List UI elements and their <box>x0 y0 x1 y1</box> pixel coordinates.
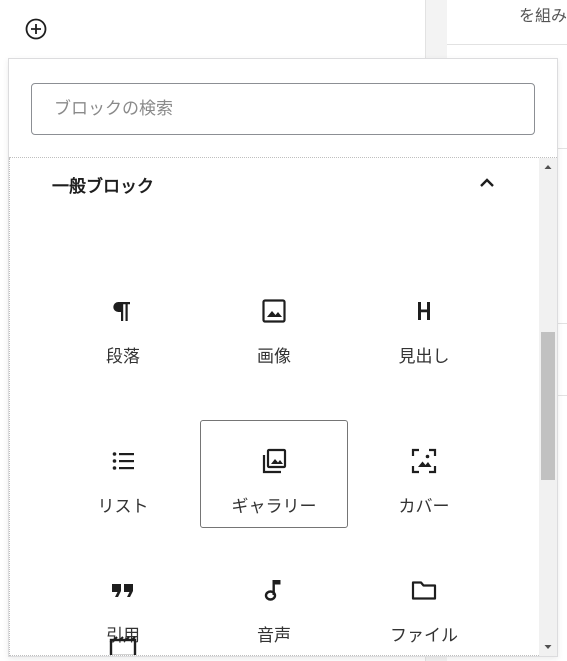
block-label: 段落 <box>106 347 140 367</box>
scroll-up-arrow[interactable] <box>539 158 557 176</box>
block-label: カバー <box>398 497 450 517</box>
block-heading[interactable]: 見出し <box>350 270 498 378</box>
scroll-down-arrow[interactable] <box>539 638 557 656</box>
cover-icon <box>411 448 437 474</box>
scroll-thumb[interactable] <box>541 332 555 480</box>
block-search-input[interactable] <box>31 83 535 135</box>
audio-icon <box>264 580 281 601</box>
heading-icon <box>418 302 430 320</box>
block-image[interactable]: 画像 <box>200 270 348 378</box>
plus-circle-icon <box>25 18 47 40</box>
block-list-panel: 一般ブロック 段落 画像 見出し リスト ギャラリー カバー 引用 音声 ファイ… <box>9 158 539 656</box>
quote-icon <box>112 584 133 597</box>
search-area <box>9 59 557 158</box>
block-audio[interactable]: 音声 <box>200 549 348 655</box>
image-icon <box>262 299 286 323</box>
caret-down-icon <box>544 645 552 649</box>
block-paragraph[interactable]: 段落 <box>49 270 197 378</box>
file-folder-icon <box>411 581 437 600</box>
add-block-button[interactable] <box>24 17 48 41</box>
caret-up-icon <box>544 165 552 169</box>
gallery-icon <box>262 448 287 474</box>
block-label: リスト <box>97 497 149 517</box>
collapse-category-button[interactable] <box>474 170 500 196</box>
block-label: 見出し <box>398 347 450 367</box>
block-file[interactable]: ファイル <box>350 549 498 655</box>
block-label: ファイル <box>390 626 458 646</box>
chevron-up-icon <box>480 178 494 187</box>
block-gallery[interactable]: ギャラリー <box>200 420 348 528</box>
block-inserter: 一般ブロック 段落 画像 見出し <box>8 58 558 657</box>
sidebar-text: を組み <box>518 6 567 25</box>
list-icon <box>112 452 134 470</box>
scrollbar[interactable] <box>539 158 557 656</box>
block-label: 画像 <box>257 347 291 367</box>
block-label: 音声 <box>257 626 291 646</box>
block-cover[interactable]: カバー <box>350 420 498 528</box>
block-label: ギャラリー <box>231 497 317 517</box>
sidebar-divider <box>447 44 567 45</box>
block-list[interactable]: リスト <box>49 420 197 528</box>
video-icon <box>109 636 137 655</box>
paragraph-icon <box>113 302 130 321</box>
category-title: 一般ブロック <box>52 177 154 197</box>
